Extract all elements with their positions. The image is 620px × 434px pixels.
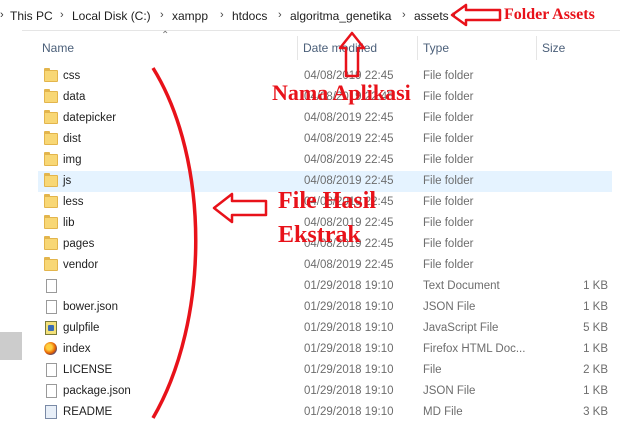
curly-bracket-icon bbox=[151, 67, 198, 419]
annotation-overlay bbox=[151, 3, 502, 419]
arrow-up-icon bbox=[338, 31, 366, 78]
annotation-nama-aplikasi: Nama Aplikasi bbox=[272, 80, 411, 105]
annotation-ekstrak: Ekstrak bbox=[278, 222, 361, 248]
arrow-left-icon bbox=[450, 3, 502, 27]
annotation-file-hasil: File Hasil bbox=[278, 188, 376, 214]
arrow-left-icon bbox=[212, 192, 268, 224]
annotation-folder-assets: Folder Assets bbox=[504, 6, 595, 23]
